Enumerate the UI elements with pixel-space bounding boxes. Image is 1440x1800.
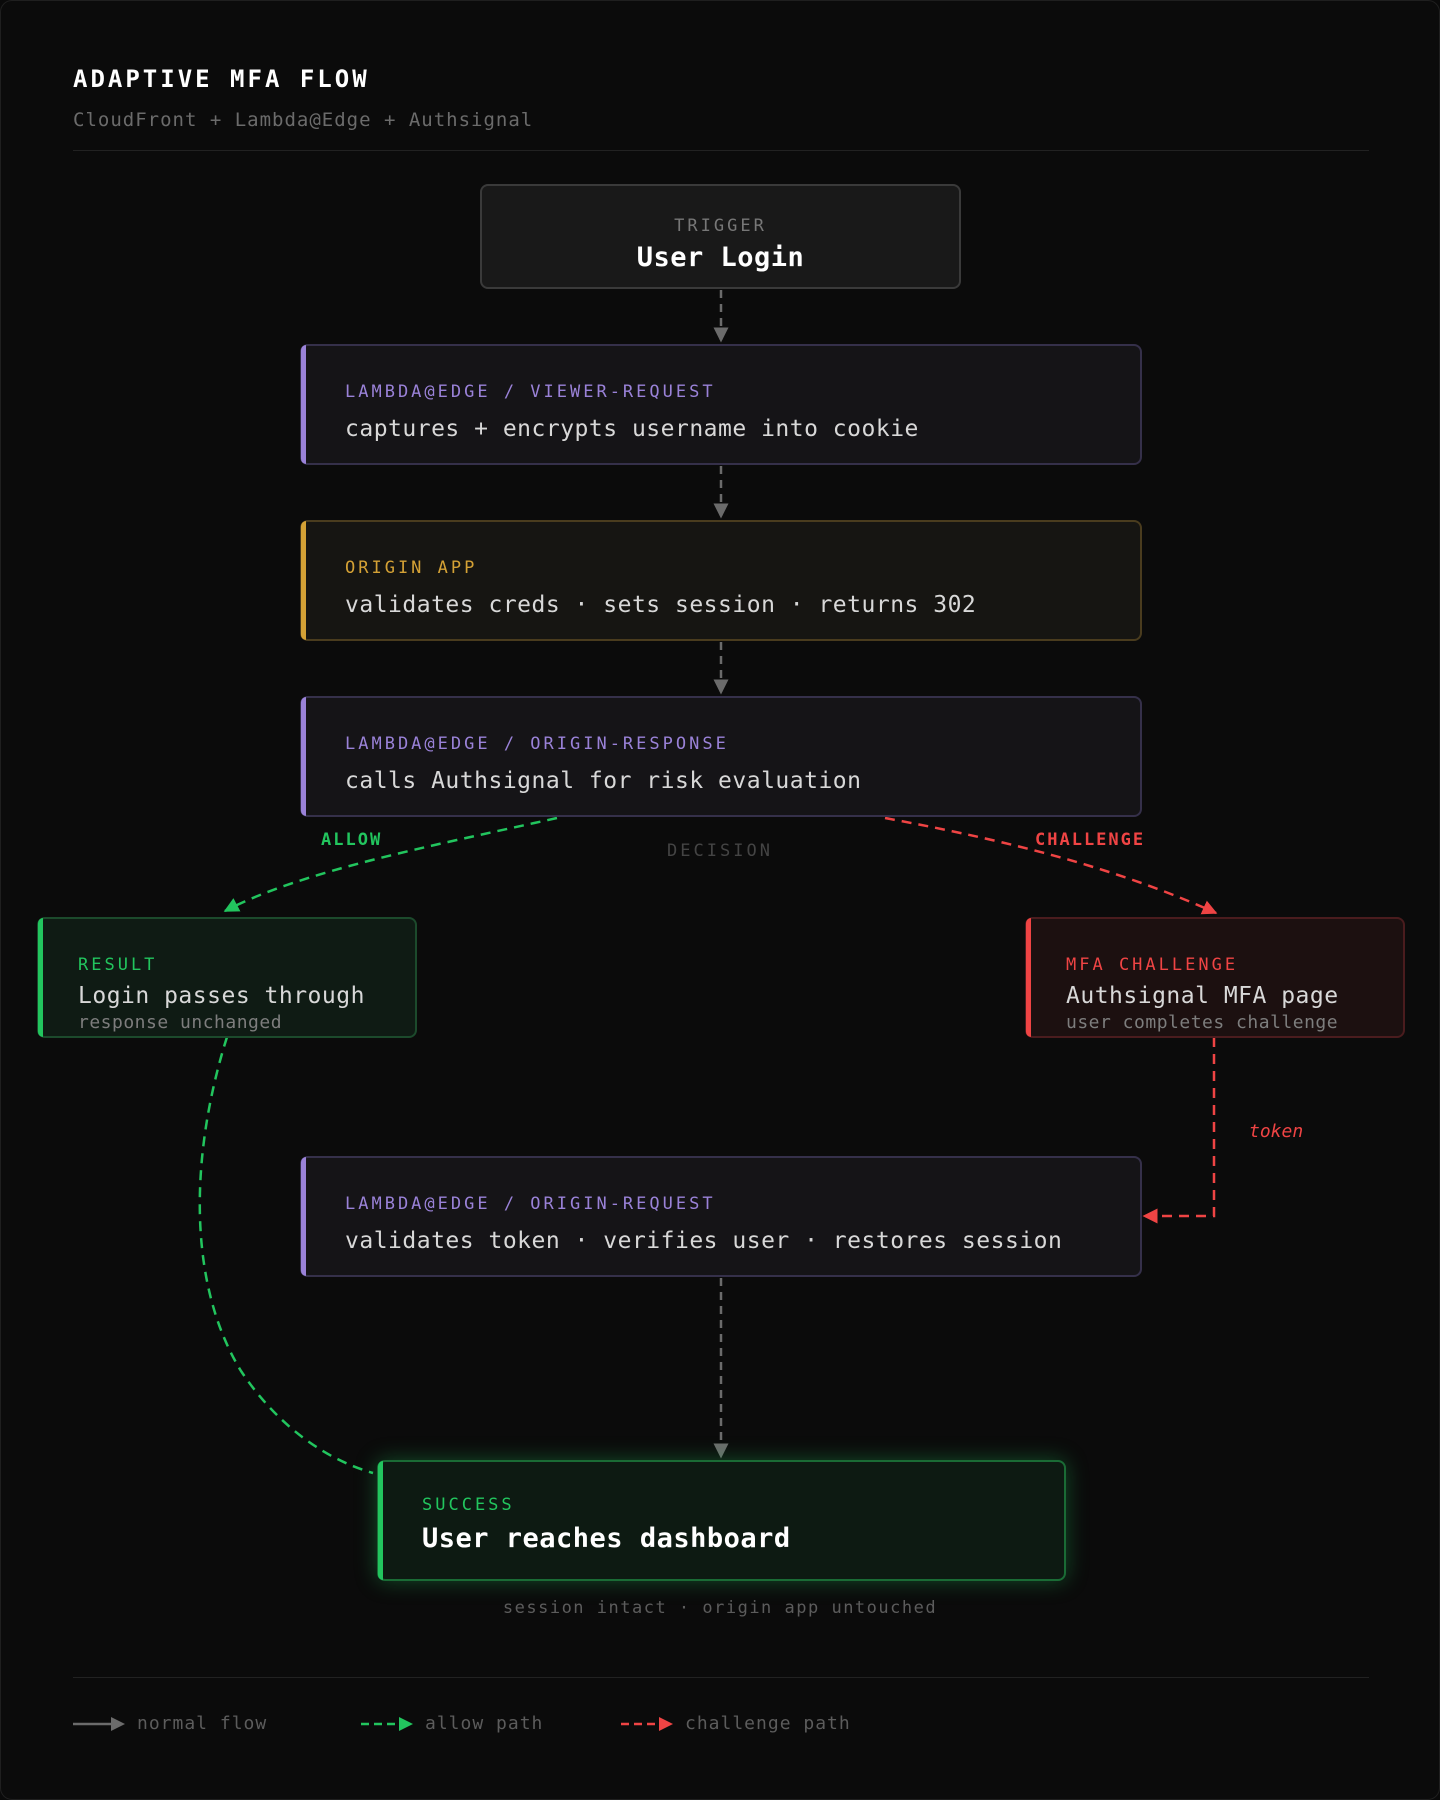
success-text: User reaches dashboard: [422, 1523, 791, 1554]
origin-request-text: validates token · verifies user · restor…: [345, 1228, 1063, 1254]
node-accent-bar: [301, 345, 306, 464]
viewer-request-text: captures + encrypts username into cookie: [345, 416, 919, 442]
mfa-challenge-label: MFA CHALLENGE: [1066, 955, 1239, 975]
origin-request-node: LAMBDA@EDGE / ORIGIN-REQUEST validates t…: [300, 1156, 1142, 1277]
diagram-frame: ADAPTIVE MFA FLOW CloudFront + Lambda@Ed…: [0, 0, 1440, 1800]
trigger-text: User Login: [636, 242, 805, 273]
trigger-label: TRIGGER: [674, 216, 767, 236]
origin-app-node: ORIGIN APP validates creds · sets sessio…: [300, 520, 1142, 641]
result-subtext: response unchanged: [78, 1012, 283, 1033]
allow-path-arrow: [223, 816, 558, 913]
result-node: RESULT Login passes through response unc…: [37, 917, 417, 1038]
legend-challenge-path-icon: [621, 1716, 673, 1731]
node-accent-bar: [301, 697, 306, 816]
node-accent-bar: [1026, 918, 1031, 1037]
legend-label: challenge path: [685, 1713, 851, 1734]
success-label: SUCCESS: [422, 1495, 515, 1515]
token-label: token: [1249, 1121, 1304, 1142]
node-accent-bar: [38, 918, 43, 1037]
legend-allow-path-icon: [361, 1716, 413, 1731]
node-accent-bar: [378, 1461, 383, 1580]
token-path-arrow: [1142, 1037, 1216, 1224]
mfa-challenge-node: MFA CHALLENGE Authsignal MFA page user c…: [1025, 917, 1405, 1038]
success-note: session intact · origin app untouched: [502, 1598, 938, 1618]
mfa-challenge-text: Authsignal MFA page: [1066, 983, 1339, 1009]
node-accent-bar: [301, 521, 306, 640]
result-label: RESULT: [78, 955, 158, 975]
origin-response-label: LAMBDA@EDGE / ORIGIN-RESPONSE: [345, 734, 729, 754]
origin-response-text: calls Authsignal for risk evaluation: [345, 768, 862, 794]
trigger-node: TRIGGER User Login: [480, 184, 961, 289]
success-node: SUCCESS User reaches dashboard: [377, 1460, 1066, 1581]
viewer-request-node: LAMBDA@EDGE / VIEWER-REQUEST captures + …: [300, 344, 1142, 465]
result-text: Login passes through: [78, 983, 365, 1009]
legend-allow-path: allow path: [361, 1713, 543, 1734]
origin-request-label: LAMBDA@EDGE / ORIGIN-REQUEST: [345, 1194, 716, 1214]
decision-label: DECISION: [667, 841, 773, 861]
legend-normal-flow: normal flow: [73, 1713, 267, 1734]
legend-label: allow path: [425, 1713, 544, 1734]
legend-challenge-path: challenge path: [621, 1713, 851, 1734]
node-accent-bar: [301, 1157, 306, 1276]
mfa-challenge-subtext: user completes challenge: [1066, 1012, 1339, 1033]
legend-normal-flow-icon: [73, 1716, 125, 1731]
viewer-request-label: LAMBDA@EDGE / VIEWER-REQUEST: [345, 382, 716, 402]
origin-app-text: validates creds · sets session · returns…: [345, 592, 977, 618]
origin-response-node: LAMBDA@EDGE / ORIGIN-RESPONSE calls Auth…: [300, 696, 1142, 817]
legend-divider: [73, 1677, 1369, 1678]
legend-label: normal flow: [137, 1713, 268, 1734]
origin-app-label: ORIGIN APP: [345, 558, 478, 578]
